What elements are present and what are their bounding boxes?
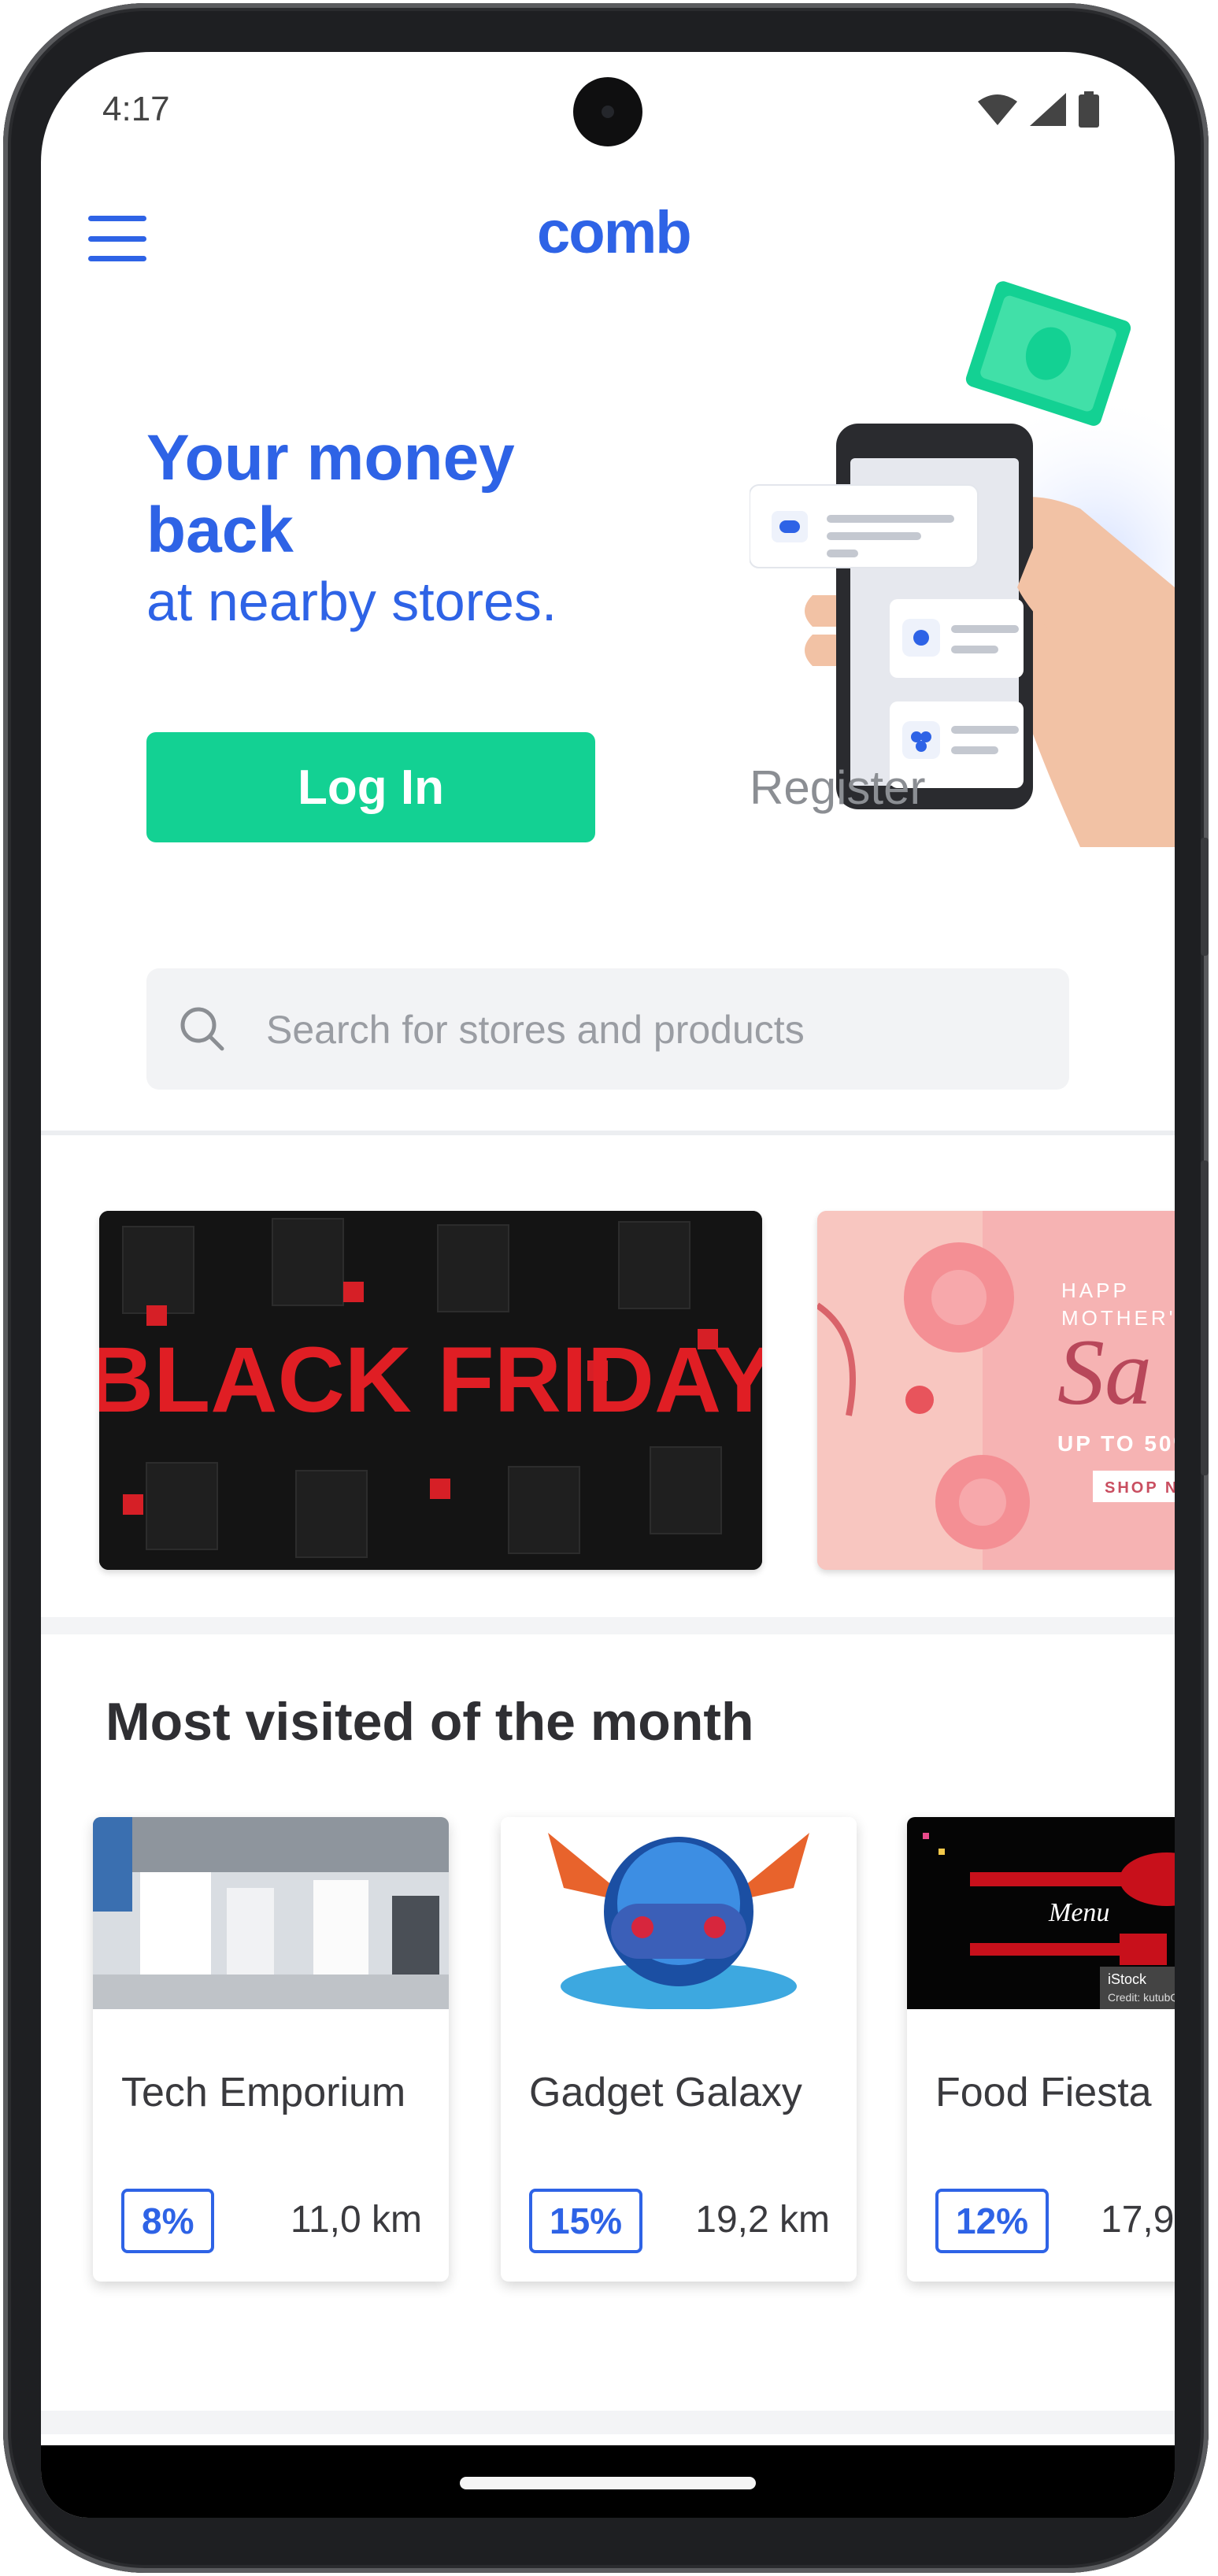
- home-gesture-handle[interactable]: [460, 2477, 756, 2489]
- phone-cashback-illustration: [750, 281, 1175, 847]
- store-distance: 17,9: [1101, 2199, 1175, 2241]
- food-thumb-script: Menu: [1048, 1898, 1109, 1927]
- section-divider: [41, 1617, 1175, 1634]
- mothers-day-sale-banner[interactable]: HAPP MOTHER'S Sa UP TO 50% SHOP NO: [817, 1211, 1175, 1570]
- store-distance: 11,0 km: [290, 2199, 422, 2241]
- wifi-icon: [978, 94, 1017, 125]
- search-input[interactable]: [265, 968, 1039, 1091]
- black-friday-banner[interactable]: BLACK FRIDAY: [99, 1211, 762, 1570]
- cashback-badge: 12%: [935, 2189, 1050, 2253]
- section-divider: [41, 1131, 1175, 1135]
- power-button: [1201, 1160, 1209, 1475]
- banner-script: Sa: [1057, 1319, 1152, 1424]
- cashback-badge: 15%: [529, 2189, 643, 2253]
- system-navigation-bar: [41, 2445, 1175, 2518]
- hamburger-menu-icon[interactable]: [88, 216, 146, 261]
- section-divider: [41, 2411, 1175, 2434]
- store-card[interactable]: Menu iStock Credit: kutubQ Food Fiesta 1…: [907, 1817, 1175, 2282]
- volume-button: [1201, 838, 1209, 956]
- banner-cta: SHOP NO: [1105, 1479, 1175, 1497]
- status-icons: [978, 91, 1099, 128]
- store-distance: 19,2 km: [695, 2199, 830, 2241]
- mothers-day-artwork: HAPP MOTHER'S Sa UP TO 50% SHOP NO: [817, 1211, 1175, 1570]
- store-name: Gadget Galaxy: [529, 2070, 802, 2115]
- battery-icon: [1079, 91, 1099, 128]
- login-button[interactable]: Log In: [146, 732, 595, 842]
- app-logo: comb: [537, 199, 692, 266]
- store-thumbnail-image: [93, 1817, 449, 2009]
- status-time: 4:17: [102, 90, 170, 128]
- black-friday-artwork: BLACK FRIDAY: [99, 1211, 762, 1570]
- food-thumb-tag2: Credit: kutubQ: [1108, 1991, 1175, 2004]
- hero-subtitle: at nearby stores.: [146, 571, 557, 632]
- signal-icon: [1030, 93, 1066, 126]
- register-button[interactable]: Register: [750, 761, 925, 815]
- front-camera: [573, 77, 642, 146]
- store-name: Tech Emporium: [121, 2070, 406, 2115]
- store-card[interactable]: Gadget Galaxy 15% 19,2 km: [501, 1817, 857, 2282]
- store-name: Food Fiesta: [935, 2070, 1152, 2115]
- store-thumbnail-image: Menu iStock Credit: kutubQ: [907, 1817, 1175, 2009]
- search-icon: [180, 1007, 224, 1051]
- phone-frame: 4:17 comb Your money back at nearby stor…: [3, 3, 1209, 2573]
- banner-black-friday-line1: BLACK FRIDAY: [99, 1328, 762, 1432]
- store-thumbnail-image: [501, 1817, 857, 2009]
- banner-line1: HAPP: [1061, 1279, 1130, 1302]
- cashback-badge: 8%: [121, 2189, 215, 2253]
- banner-offer: UP TO 50%: [1057, 1431, 1175, 1456]
- store-card[interactable]: Tech Emporium 8% 11,0 km: [93, 1817, 449, 2282]
- food-thumb-tag1: iStock: [1108, 1971, 1147, 1987]
- hero-title: Your money back: [146, 422, 515, 566]
- search-bar[interactable]: [146, 968, 1069, 1091]
- most-visited-title: Most visited of the month: [106, 1692, 754, 1752]
- app-screen: 4:17 comb Your money back at nearby stor…: [41, 52, 1175, 2518]
